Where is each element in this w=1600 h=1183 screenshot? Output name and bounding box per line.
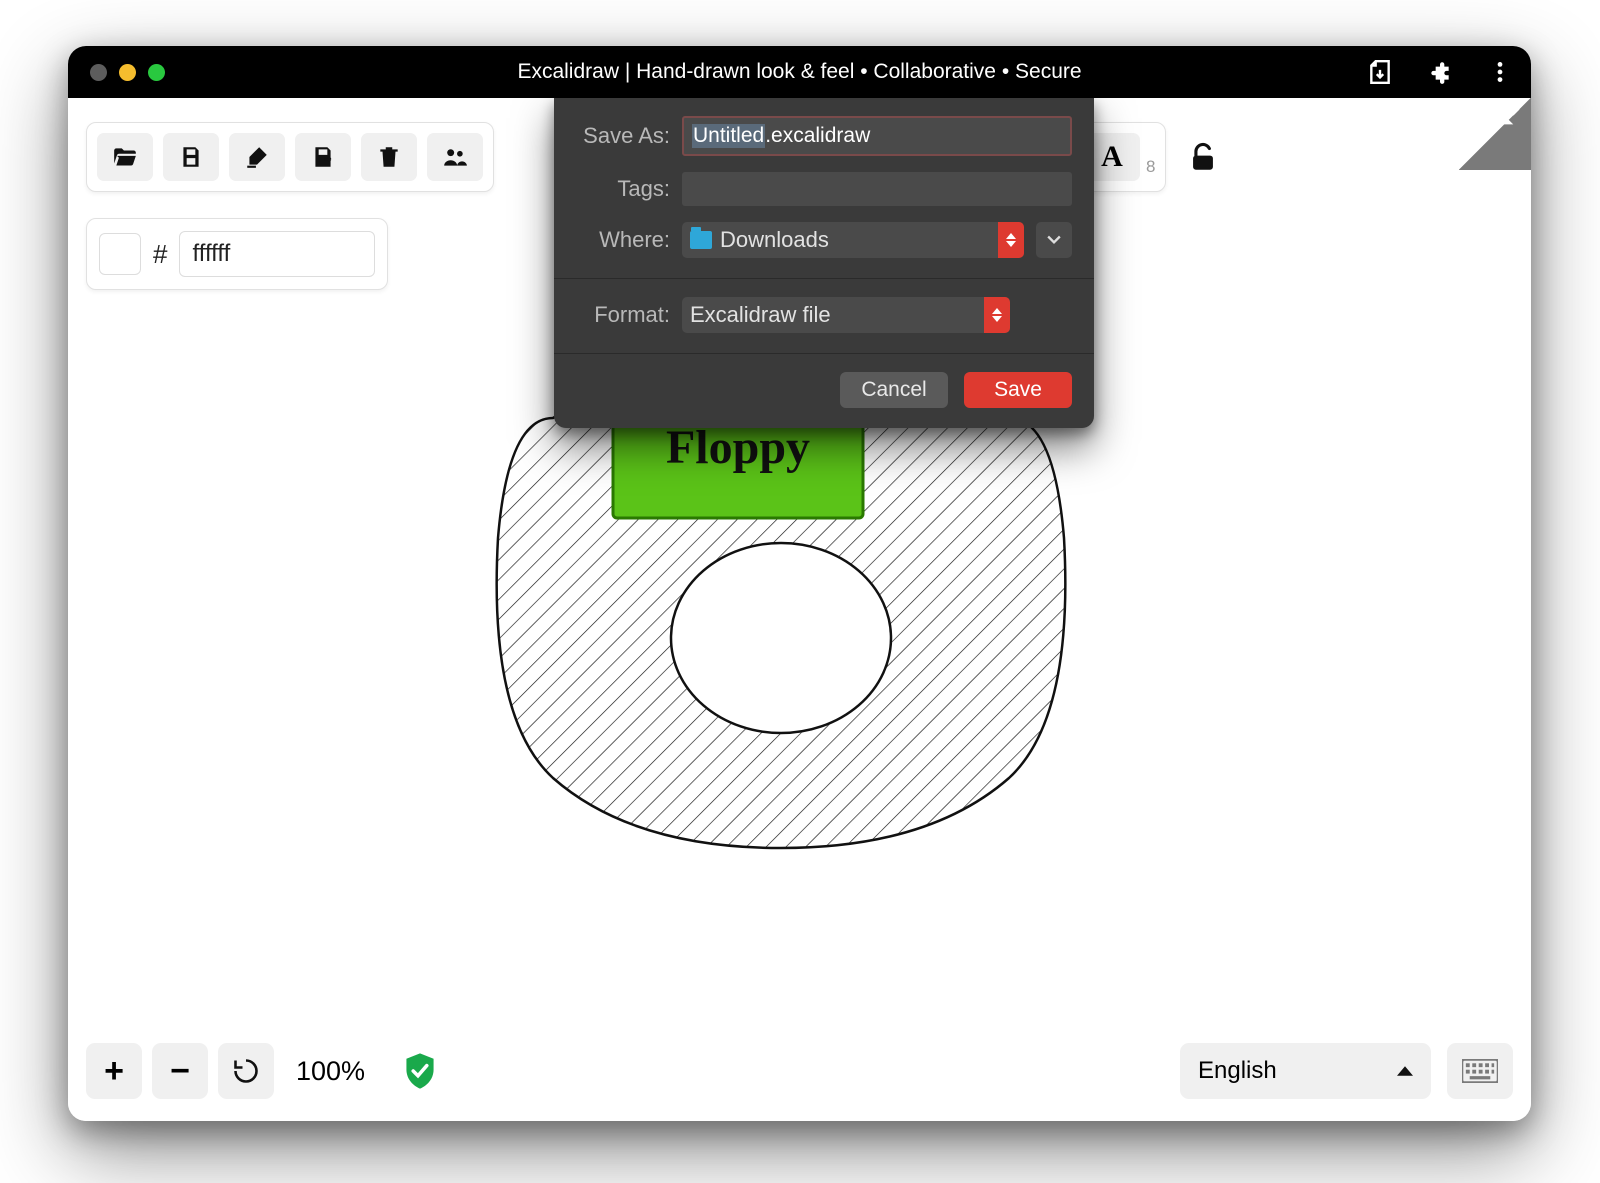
drawing-label-text: Floppy xyxy=(666,421,810,474)
app-window: Excalidraw | Hand-drawn look & feel • Co… xyxy=(68,46,1531,1121)
save-as-label: Save As: xyxy=(576,123,670,149)
github-corner[interactable] xyxy=(1459,98,1531,170)
zoom-reset-button[interactable] xyxy=(218,1043,274,1099)
language-select-value: English xyxy=(1198,1057,1277,1085)
hash-label: # xyxy=(153,239,167,270)
collaborate-button[interactable] xyxy=(427,133,483,181)
where-select[interactable]: Downloads xyxy=(682,222,1024,258)
pwa-install-icon[interactable] xyxy=(1367,59,1393,85)
save-filename-input[interactable]: Untitled.excalidraw xyxy=(682,116,1072,156)
filename-selection: Untitled xyxy=(692,124,765,148)
window-fullscreen-button[interactable] xyxy=(148,64,165,81)
shape-toolbar-right: A 8 xyxy=(1073,122,1220,192)
text-tool-shortcut: 8 xyxy=(1146,157,1155,181)
where-value: Downloads xyxy=(720,227,829,253)
save-as-button[interactable] xyxy=(229,133,285,181)
window-close-button[interactable] xyxy=(90,64,107,81)
filename-extension: .excalidraw xyxy=(765,124,870,148)
language-select[interactable]: English xyxy=(1180,1043,1431,1099)
format-select[interactable]: Excalidraw file xyxy=(682,297,1010,333)
zoom-level: 100% xyxy=(296,1056,365,1087)
select-stepper-icon xyxy=(984,297,1010,333)
window-title: Excalidraw | Hand-drawn look & feel • Co… xyxy=(68,60,1531,84)
format-value: Excalidraw file xyxy=(690,302,831,328)
color-swatch[interactable] xyxy=(99,233,141,275)
save-button[interactable]: Save xyxy=(964,372,1072,408)
open-button[interactable] xyxy=(97,133,153,181)
tags-input[interactable] xyxy=(682,172,1072,206)
tags-label: Tags: xyxy=(576,176,670,202)
window-traffic-lights xyxy=(90,64,165,81)
bottom-right-controls: English xyxy=(1180,1043,1513,1099)
extension-icon[interactable] xyxy=(1427,59,1453,85)
where-expand-button[interactable] xyxy=(1036,222,1072,258)
keyboard-shortcuts-button[interactable] xyxy=(1447,1043,1513,1099)
clear-canvas-button[interactable] xyxy=(361,133,417,181)
zoom-controls: + − 100% xyxy=(86,1043,437,1099)
zoom-out-button[interactable]: − xyxy=(152,1043,208,1099)
save-dialog: Save As: Untitled.excalidraw Tags: Where… xyxy=(554,98,1094,428)
more-vert-icon[interactable] xyxy=(1487,59,1513,85)
format-label: Format: xyxy=(576,302,670,328)
cancel-button[interactable]: Cancel xyxy=(840,372,948,408)
window-minimize-button[interactable] xyxy=(119,64,136,81)
folder-icon xyxy=(690,231,712,249)
color-hex-input[interactable] xyxy=(179,231,375,277)
where-label: Where: xyxy=(576,227,670,253)
select-stepper-icon xyxy=(998,222,1024,258)
encrypted-shield-icon[interactable] xyxy=(403,1052,437,1090)
export-button[interactable] xyxy=(295,133,351,181)
window-titlebar: Excalidraw | Hand-drawn look & feel • Co… xyxy=(68,46,1531,98)
file-toolbar xyxy=(86,122,494,192)
background-color-panel: # xyxy=(86,218,388,290)
zoom-in-button[interactable]: + xyxy=(86,1043,142,1099)
save-button[interactable] xyxy=(163,133,219,181)
unlock-icon[interactable] xyxy=(1186,140,1220,174)
titlebar-right-controls xyxy=(1367,59,1513,85)
